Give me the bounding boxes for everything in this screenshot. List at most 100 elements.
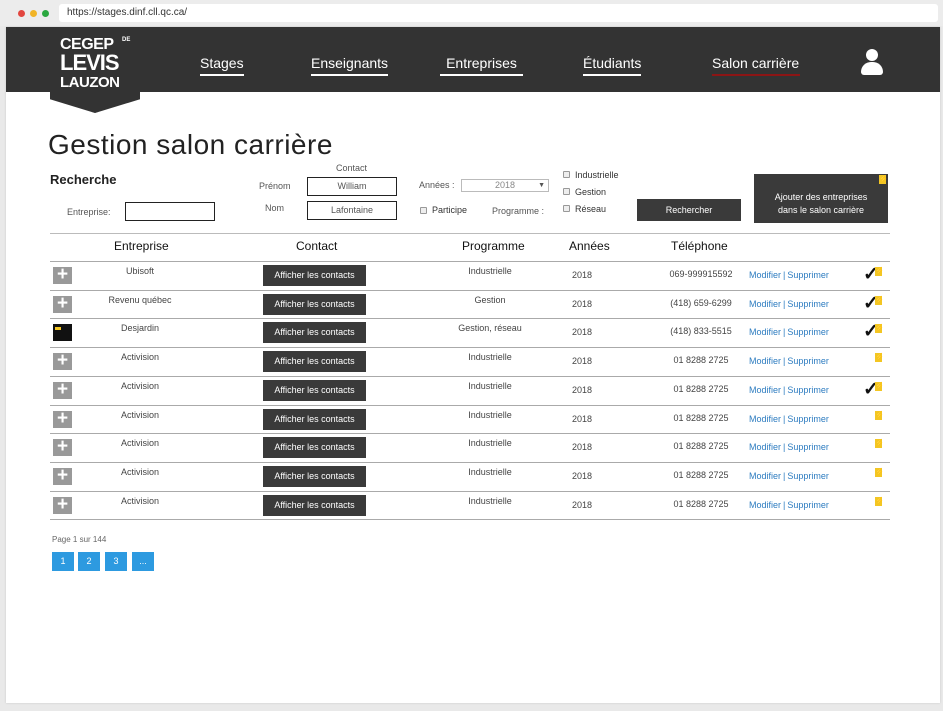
modifier-link[interactable]: Modifier	[749, 442, 781, 452]
cell-telephone: 01 8288 2725	[673, 441, 729, 451]
page-button-3[interactable]: 3	[105, 552, 127, 571]
modifier-link[interactable]: Modifier	[749, 270, 781, 280]
afficher-contacts-button[interactable]: Afficher les contacts	[263, 351, 366, 372]
minimize-window-dot[interactable]	[30, 10, 37, 17]
cell-entreprise: Activision	[120, 410, 159, 420]
supprimer-link[interactable]: Supprimer	[787, 471, 829, 481]
add-entreprises-button[interactable]: Ajouter des entreprises dans le salon ca…	[754, 174, 888, 223]
entreprise-input[interactable]	[125, 202, 215, 221]
page-button-1[interactable]: 1	[52, 552, 74, 571]
page-button-more[interactable]: ...	[132, 552, 154, 571]
bolt-icon: ⚡	[875, 353, 884, 362]
add-button-line-2: dans le salon carrière	[777, 205, 865, 215]
cell-telephone: (418) 659-6299	[670, 298, 732, 308]
header-programme: Programme	[462, 239, 525, 253]
modifier-link[interactable]: Modifier	[749, 356, 781, 366]
cell-annee: 2018	[572, 414, 593, 424]
modifier-link[interactable]: Modifier	[749, 327, 781, 337]
gestion-checkbox[interactable]	[563, 188, 570, 195]
logo-line-1b: DE	[122, 37, 131, 43]
supprimer-link[interactable]: Supprimer	[787, 500, 829, 510]
cell-entreprise: Activision	[120, 496, 159, 506]
supprimer-link[interactable]: Supprimer	[787, 327, 829, 337]
nom-input[interactable]: Lafontaine	[307, 201, 397, 220]
expand-plus-icon[interactable]: +	[53, 409, 72, 428]
bolt-icon: ⚡	[875, 382, 884, 391]
expand-plus-icon[interactable]: +	[53, 380, 72, 399]
row-actions: Modifier | Supprimer	[749, 356, 829, 366]
supprimer-link[interactable]: Supprimer	[787, 299, 829, 309]
industrielle-checkbox[interactable]	[563, 171, 570, 178]
afficher-contacts-button[interactable]: Afficher les contacts	[263, 265, 366, 286]
modifier-link[interactable]: Modifier	[749, 500, 781, 510]
cell-annee: 2018	[572, 500, 593, 510]
afficher-contacts-button[interactable]: Afficher les contacts	[263, 466, 366, 487]
cell-programme: Industrielle	[468, 352, 512, 362]
prenom-input[interactable]: William	[307, 177, 397, 196]
expand-plus-icon[interactable]: +	[53, 466, 72, 485]
afficher-contacts-button[interactable]: Afficher les contacts	[263, 380, 366, 401]
supprimer-link[interactable]: Supprimer	[787, 270, 829, 280]
nav-entreprises[interactable]: Entreprises	[440, 55, 523, 76]
modifier-link[interactable]: Modifier	[749, 414, 781, 424]
supprimer-link[interactable]: Supprimer	[787, 385, 829, 395]
reseau-checkbox[interactable]	[563, 205, 570, 212]
cegep-logo[interactable]: CEGEP DE LEVIS LAUZON	[50, 27, 140, 113]
expand-plus-icon[interactable]: +	[53, 437, 72, 456]
cell-entreprise: Activision	[120, 467, 159, 477]
expand-plus-icon[interactable]: +	[53, 294, 72, 313]
search-title: Recherche	[50, 172, 117, 187]
expand-plus-icon[interactable]: +	[53, 265, 72, 284]
address-bar[interactable]: https://stages.dinf.cll.qc.ca/	[59, 4, 938, 22]
cell-annee: 2018	[572, 471, 593, 481]
cell-telephone: (418) 833-5515	[670, 326, 732, 336]
row-actions: Modifier | Supprimer	[749, 299, 829, 309]
modifier-link[interactable]: Modifier	[749, 385, 781, 395]
supprimer-link[interactable]: Supprimer	[787, 442, 829, 452]
header-entreprise: Entreprise	[114, 239, 169, 253]
cell-telephone: 01 8288 2725	[673, 355, 729, 365]
modifier-link[interactable]: Modifier	[749, 471, 781, 481]
supprimer-link[interactable]: Supprimer	[787, 356, 829, 366]
cell-telephone: 01 8288 2725	[673, 470, 729, 480]
nav-enseignants[interactable]: Enseignants	[311, 55, 389, 76]
header-telephone: Téléphone	[671, 239, 728, 253]
row-divider	[50, 433, 890, 434]
header-annees: Années	[569, 239, 610, 253]
participe-checkbox[interactable]	[420, 207, 427, 214]
cell-entreprise: Activision	[120, 352, 159, 362]
supprimer-link[interactable]: Supprimer	[787, 414, 829, 424]
row-divider	[50, 462, 890, 463]
rechercher-button[interactable]: Rechercher	[637, 199, 741, 221]
annees-label: Années :	[419, 180, 455, 190]
cell-entreprise: Activision	[120, 438, 159, 448]
cell-telephone: 01 8288 2725	[673, 413, 729, 423]
afficher-contacts-button[interactable]: Afficher les contacts	[263, 322, 366, 343]
folder-icon[interactable]	[53, 324, 72, 341]
chevron-down-icon: ▼	[538, 182, 545, 189]
bolt-icon: ⚡	[875, 411, 884, 420]
row-actions: Modifier | Supprimer	[749, 414, 829, 424]
nav-etudiants[interactable]: Étudiants	[583, 55, 642, 76]
page-button-2[interactable]: 2	[78, 552, 100, 571]
expand-plus-icon[interactable]: +	[53, 351, 72, 370]
expand-plus-icon[interactable]: +	[53, 495, 72, 514]
afficher-contacts-button[interactable]: Afficher les contacts	[263, 437, 366, 458]
close-window-dot[interactable]	[18, 10, 25, 17]
annees-select[interactable]: 2018 ▼	[461, 179, 549, 192]
nav-salon-carriere[interactable]: Salon carrière	[712, 55, 800, 76]
cell-telephone: 01 8288 2725	[673, 499, 729, 509]
bolt-icon: ⚡	[875, 267, 884, 276]
logo-line-3: LAUZON	[60, 74, 120, 91]
user-icon[interactable]	[861, 49, 883, 77]
nav-stages[interactable]: Stages	[200, 55, 244, 76]
afficher-contacts-button[interactable]: Afficher les contacts	[263, 409, 366, 430]
modifier-link[interactable]: Modifier	[749, 299, 781, 309]
cell-programme: Industrielle	[468, 438, 512, 448]
maximize-window-dot[interactable]	[42, 10, 49, 17]
bolt-icon: ⚡	[879, 175, 888, 184]
annees-selected-value: 2018	[494, 180, 516, 190]
afficher-contacts-button[interactable]: Afficher les contacts	[263, 294, 366, 315]
afficher-contacts-button[interactable]: Afficher les contacts	[263, 495, 366, 516]
header-contact: Contact	[296, 239, 338, 253]
